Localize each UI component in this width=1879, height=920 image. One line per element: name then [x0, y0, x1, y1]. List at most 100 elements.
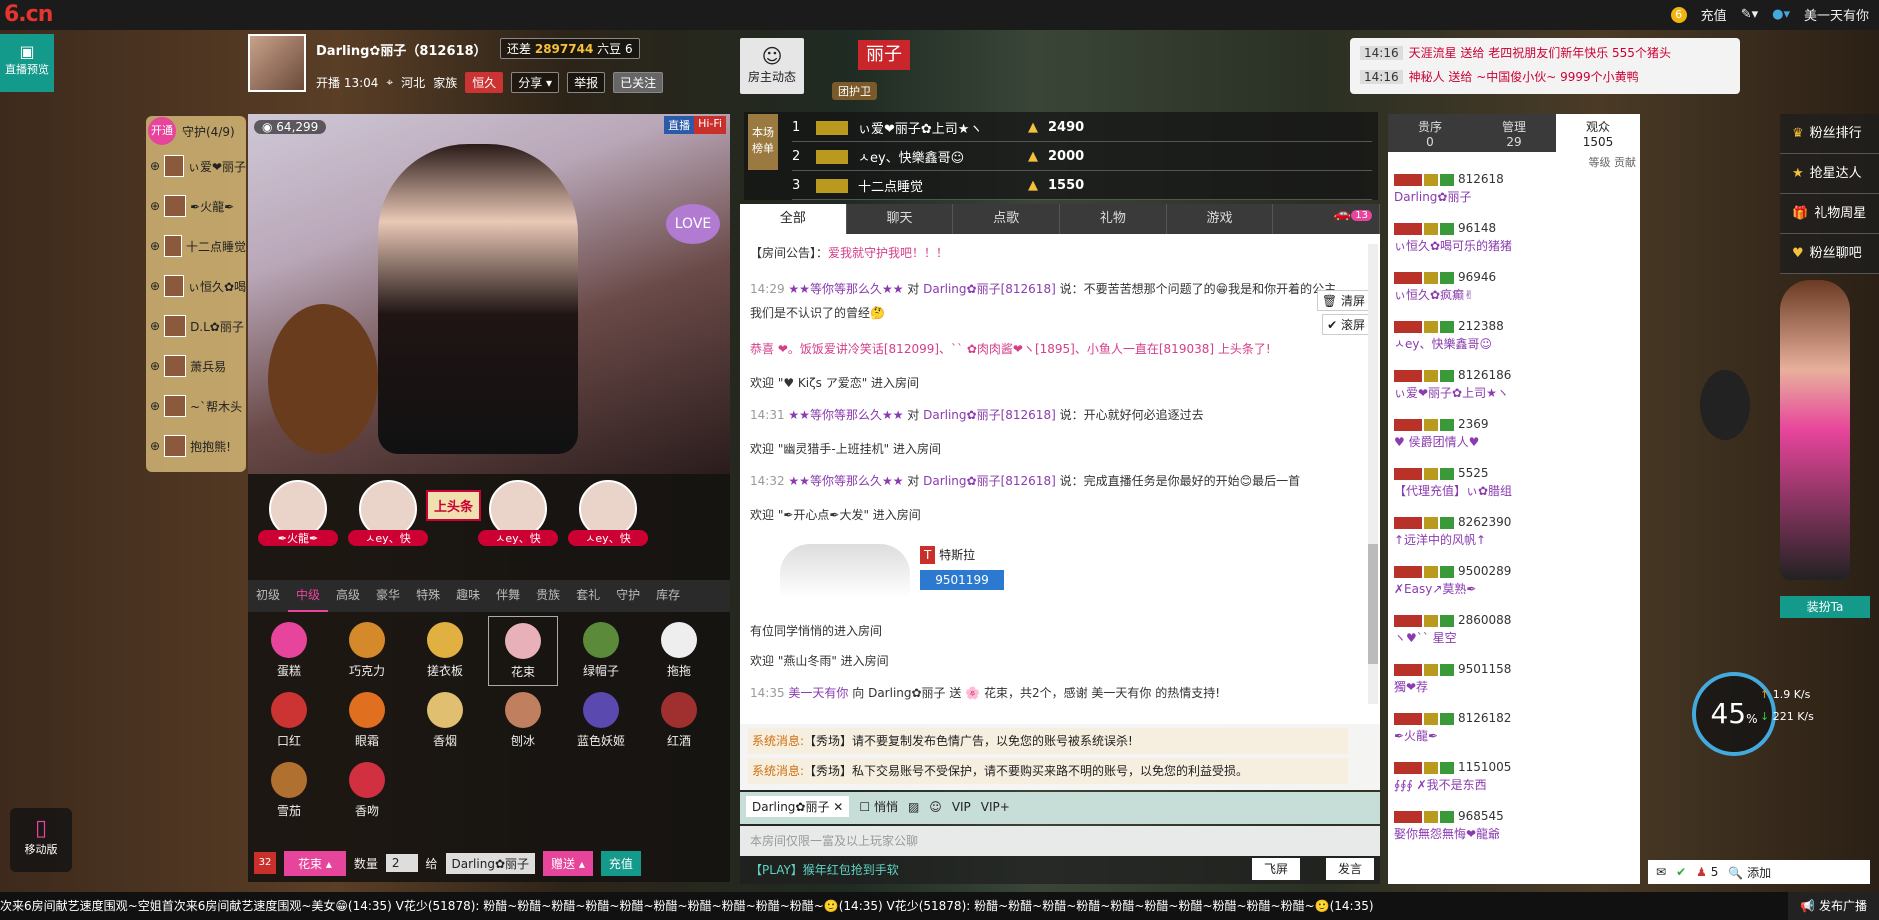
report-button[interactable]: 举报	[567, 72, 606, 93]
audience-user[interactable]: 212388 ㅅey、快樂鑫哥☺	[1394, 319, 1504, 352]
gift-item[interactable]: 雪茄	[254, 756, 324, 826]
audience-user[interactable]: 812618 Darling✿丽子	[1394, 172, 1504, 205]
gift-item[interactable]: 搓衣板	[410, 616, 480, 686]
gift-notice[interactable]: 14:16 天涯流星 送给 老四祝朋友们新年快乐 555个猪头	[1360, 44, 1671, 61]
headline-button[interactable]: 上头条	[426, 490, 482, 521]
guard-item[interactable]: ⊕ ✒火龍✒	[146, 186, 246, 226]
user-name[interactable]: 美一天有你	[1804, 5, 1869, 24]
gift-tab[interactable]: 中级	[288, 580, 329, 612]
rank-row[interactable]: 1 ぃ爱❤丽子✿上司★ヽ ▲ 2490	[792, 114, 1372, 142]
audience-user[interactable]: 8126182 ✒火龍✒	[1394, 711, 1511, 744]
guard-item[interactable]: ⊕ ~`帮木头	[146, 386, 246, 426]
gift-tab[interactable]: 趣味	[448, 580, 488, 610]
fly-screen-button[interactable]: 飞屏	[1251, 858, 1300, 880]
audience-user[interactable]: 96148 ぃ恒久✿喝可乐的猪猪	[1394, 221, 1512, 254]
right-menu-item[interactable]: ★ 抢星达人	[1780, 154, 1879, 194]
audience-user[interactable]: 1151005 ∮∮∮ ✗我不是东西	[1394, 760, 1511, 793]
rank-row[interactable]: 2 ㅅey、快樂鑫哥☺ ▲ 2000	[792, 143, 1372, 171]
gift-target-select[interactable]: Darling✿丽子	[445, 852, 536, 874]
audience-user[interactable]: 968545 娶你無怨無悔❤龍爺	[1394, 809, 1504, 842]
gift-item[interactable]: 口红	[254, 686, 324, 756]
chat-tab[interactable]: 聊天	[847, 204, 954, 234]
send-gift-button[interactable]: 赠送 ▴	[543, 850, 593, 876]
audience-user[interactable]: 9501158 獨❤荐	[1394, 662, 1511, 695]
gift-item[interactable]: 拖拖	[644, 616, 714, 686]
gift-tab[interactable]: 库存	[648, 580, 688, 610]
audience-user[interactable]: 2369 ♥ 侯爵团情人♥	[1394, 417, 1489, 450]
gift-tab[interactable]: 初级	[248, 580, 288, 610]
gift-tab[interactable]: 伴舞	[488, 580, 528, 610]
family-badge[interactable]: 恒久	[465, 72, 504, 93]
whisper-checkbox[interactable]: ☐ 悄悄	[859, 798, 898, 815]
hifi-badge[interactable]: Hi-Fi	[694, 116, 726, 134]
contrib-toggle[interactable]: 等级 贡献	[1589, 154, 1637, 170]
gift-item[interactable]: 花束	[488, 616, 558, 686]
audience-tab[interactable]: 管理 29	[1472, 114, 1556, 152]
right-menu-item[interactable]: ♛ 粉丝排行	[1780, 114, 1879, 154]
plus-icon[interactable]: ⊕	[150, 439, 160, 453]
seat-1[interactable]: ✒火龍✒	[258, 480, 338, 558]
audience-user[interactable]: 8262390 ↑远洋中的风帆↑	[1394, 515, 1511, 548]
quantity-input[interactable]: 2	[385, 854, 418, 872]
chat-tab[interactable]: 全部	[740, 204, 847, 234]
chat-tab[interactable]: 礼物	[1060, 204, 1167, 234]
audience-user[interactable]: 2860088 ヽ♥`` 星空	[1394, 613, 1511, 646]
clear-screen-button[interactable]: 🗑 清屏	[1316, 290, 1370, 311]
gift-recharge-button[interactable]: 充值	[600, 850, 641, 876]
gift-count-badge[interactable]: 32	[254, 852, 276, 874]
vip-plus-icon[interactable]: VIP+	[981, 800, 1010, 814]
plus-icon[interactable]: ⊕	[150, 159, 160, 173]
open-guard-button[interactable]: 开通	[148, 117, 176, 145]
seat-3[interactable]: ㅅey、快	[478, 480, 558, 558]
edit-icon[interactable]: ✎▾	[1741, 7, 1758, 22]
plus-icon[interactable]: ⊕	[150, 399, 160, 413]
chat-tab[interactable]: 游戏	[1167, 204, 1274, 234]
owner-dynamic-button[interactable]: ☺ 房主动态	[740, 38, 804, 94]
emoji-icon[interactable]: ☺	[929, 800, 942, 814]
gift-item[interactable]: 巧克力	[332, 616, 402, 686]
scroll-toggle[interactable]: ✔ 滚屏	[1322, 314, 1370, 335]
video-player[interactable]: ◉ 64,299 直播 Hi-Fi LOVE	[248, 114, 730, 474]
gift-tab[interactable]: 特殊	[408, 580, 448, 610]
followed-button[interactable]: 已关注	[613, 72, 664, 93]
gift-tab[interactable]: 豪华	[368, 580, 408, 610]
add-friend-button[interactable]: 🔍 添加	[1728, 864, 1771, 881]
gift-tab[interactable]: 守护	[608, 580, 648, 610]
chat-input[interactable]: 本房间仅限一富及以上玩家公聊	[740, 826, 1380, 856]
plus-icon[interactable]: ⊕	[150, 359, 160, 373]
notification-icon[interactable]: ●▾	[1772, 7, 1790, 22]
seat-4[interactable]: ㅅey、快	[568, 480, 648, 558]
gift-tab[interactable]: 高级	[328, 580, 368, 610]
audience-user[interactable]: 9500289 ✗Easy↗莫熟✒	[1394, 564, 1511, 597]
plus-icon[interactable]: ⊕	[150, 319, 160, 333]
car-icon[interactable]: 🚗 13	[1334, 206, 1372, 222]
host-flag-badge[interactable]: 丽子	[858, 40, 910, 70]
audience-user[interactable]: 8126186 ぃ爱❤丽子✿上司★ヽ	[1394, 368, 1511, 401]
image-icon[interactable]: ▨	[908, 800, 919, 814]
friends-count[interactable]: ♟ 5	[1696, 865, 1718, 879]
gift-item[interactable]: 绿帽子	[566, 616, 636, 686]
guard-team-badge[interactable]: 团护卫	[832, 82, 877, 100]
dress-up-button[interactable]: 装扮Ta	[1780, 596, 1870, 618]
audience-user[interactable]: 5525 【代理充值】ぃ✿腊组	[1394, 466, 1512, 499]
audience-user[interactable]: 96946 ぃ恒久✿疯癫✌	[1394, 270, 1496, 303]
live-preview-button[interactable]: ▣ 直播预览	[0, 34, 54, 92]
gift-item[interactable]: 刨冰	[488, 686, 558, 756]
post-broadcast-button[interactable]: 📢 发布广播	[1788, 892, 1879, 920]
gift-tab[interactable]: 套礼	[568, 580, 608, 610]
guard-item[interactable]: ⊕ 十二点睡觉	[146, 226, 246, 266]
guard-item[interactable]: ⊕ D.L✿丽子	[146, 306, 246, 346]
gift-notice[interactable]: 14:16 神秘人 送给 ~中国俊小伙~ 9999个小黄鸭	[1360, 68, 1639, 85]
audience-tab[interactable]: 观众 1505	[1556, 114, 1640, 152]
gift-item[interactable]: 眼霜	[332, 686, 402, 756]
rank-row[interactable]: 3 十二点睡觉 ▲ 1550	[792, 172, 1372, 200]
gift-item[interactable]: 香吻	[332, 756, 402, 826]
seat-2[interactable]: ㅅey、快	[348, 480, 428, 558]
share-button[interactable]: 分享 ▾	[511, 72, 560, 93]
plus-icon[interactable]: ⊕	[150, 279, 160, 293]
mail-icon[interactable]: ✉	[1656, 865, 1666, 879]
guard-item[interactable]: ⊕ 抱抱熊!	[146, 426, 246, 466]
selected-gift[interactable]: 花束 ▴	[284, 850, 346, 876]
mobile-version-button[interactable]: ▯ 移动版	[10, 808, 72, 872]
chat-scrollbar[interactable]	[1368, 244, 1378, 704]
